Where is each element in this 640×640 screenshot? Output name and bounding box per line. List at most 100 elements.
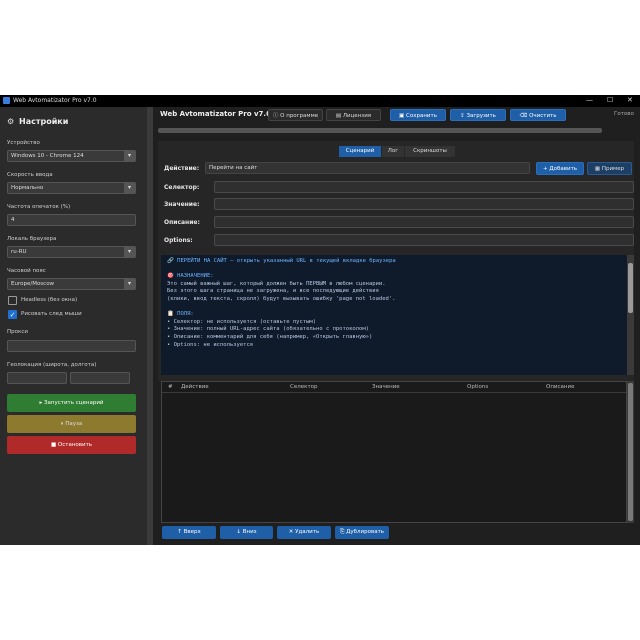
column-header[interactable]: Действие [181,384,209,390]
info-line: 📋 ПОЛЯ: [167,311,194,318]
device-value: Windows 10 - Chrome 124 [11,153,84,159]
minimize-button[interactable]: — [586,96,593,104]
panel-splitter[interactable] [147,107,153,545]
device-select[interactable]: Windows 10 - Chrome 124 ▾ [7,150,136,162]
locale-label: Локаль браузера [7,236,57,242]
book-icon: ▦ [594,166,602,172]
sidebar-title: Настройки [19,117,69,126]
value-input[interactable] [214,198,634,210]
broom-icon: ⌫ [519,113,530,119]
info-line: (клики, ввод текста, скролл) будут вызыв… [167,295,396,302]
info-line: Это самый важный шаг, который должен быт… [167,280,386,287]
draw-mouse-checkbox[interactable]: ✓ [8,310,17,319]
locale-value: ru-RU [11,249,27,255]
timezone-select[interactable]: Europe/Moscow ▾ [7,278,136,290]
info-line: • Значение: полный URL-адрес сайта (обяз… [167,326,369,333]
move-up-button[interactable]: ↑ Вверх [162,526,216,539]
maximize-button[interactable]: ☐ [607,96,613,104]
info-line [167,304,621,312]
action-help-text: 🔗 ПЕРЕЙТИ НА САЙТ — открыть указанный UR… [161,255,627,375]
table-header: # Действие Селектор Значение Options Опи… [162,382,626,393]
selector-label: Селектор: [164,184,200,191]
latitude-input[interactable] [7,372,67,384]
chevron-down-icon: ▾ [124,279,135,289]
scroll-thumb[interactable] [628,263,633,313]
clear-button[interactable]: ⌫ Очистить [510,109,566,121]
pause-button[interactable]: ⏸ Пауза [7,415,136,433]
column-header[interactable]: # [168,384,173,390]
options-input[interactable] [214,234,634,246]
move-down-button[interactable]: ↓ Вниз [220,526,273,539]
duplicate-button[interactable]: ⎘ Дублировать [335,526,389,539]
license-button[interactable]: ▤ Лицензия [326,109,381,121]
gear-icon: ⚙ [7,117,15,126]
stop-icon: ■ [50,442,58,448]
info-scrollbar[interactable] [627,255,634,375]
column-header[interactable]: Селектор [290,384,318,390]
typo-rate-label: Частота опечаток (%) [7,204,71,210]
info-line: 🎯 НАЗНАЧЕНИЕ: [167,273,214,280]
info-line: Без этого шага страница не загружена, и … [167,288,379,295]
input-speed-select[interactable]: Нормально ▾ [7,182,136,194]
tab-screenshots[interactable]: Скриншоты [405,146,455,157]
stop-button[interactable]: ■ Остановить [7,436,136,454]
proxy-label: Прокси [7,329,28,335]
column-header[interactable]: Значение [372,384,400,390]
pause-label: Пауза [65,421,83,427]
save-button[interactable]: ▣ Сохранить [390,109,446,121]
toolbar-title: Web Avtomatizator Pro v7.0 [160,110,271,118]
floppy-icon: ▣ [399,113,406,119]
action-label: Действие: [164,165,200,172]
about-label: О программе [280,113,319,119]
run-label: Запустить сценарий [44,400,104,406]
add-step-button[interactable]: + Добавить [536,162,584,175]
delete-button[interactable]: ✕ Удалить [277,526,331,539]
document-icon: ▤ [335,113,343,119]
input-speed-value: Нормально [11,185,44,191]
selector-input[interactable] [214,181,634,193]
description-input[interactable] [214,216,634,228]
locale-select[interactable]: ru-RU ▾ [7,246,136,258]
steps-table: # Действие Селектор Значение Options Опи… [161,381,627,523]
scroll-thumb[interactable] [628,383,633,521]
run-scenario-button[interactable]: ▸ Запустить сценарий [7,394,136,412]
options-label: Options: [164,237,193,244]
status-text: Готово [614,111,634,117]
device-label: Устройство [7,140,40,146]
progress-bar [158,128,602,133]
license-label: Лицензия [342,113,372,119]
longitude-input[interactable] [70,372,130,384]
value-label: Значение: [164,201,200,208]
headless-checkbox[interactable] [8,296,17,305]
timezone-label: Часовой пояс [7,268,46,274]
info-line: 🔗 ПЕРЕЙТИ НА САЙТ — открыть указанный UR… [167,258,396,264]
chevron-down-icon: ▾ [124,247,135,257]
load-button[interactable]: ⇪ Загрузить [450,109,506,121]
description-label: Описание: [164,219,200,226]
tab-scenario[interactable]: Сценарий [339,146,381,157]
example-button[interactable]: ▦ Пример [587,162,632,175]
info-line [167,266,621,274]
column-header[interactable]: Options [467,384,488,390]
chevron-down-icon: ▾ [124,183,135,193]
proxy-input[interactable] [7,340,136,352]
save-label: Сохранить [406,113,437,119]
stop-label: Остановить [57,442,93,448]
typo-rate-input[interactable]: 4 [7,214,136,226]
draw-mouse-label: Рисовать след мыши [21,311,82,317]
title-bar: Web Avtomatizator Pro v7.0 — ☐ ✕ [0,95,640,107]
action-value: Перейти на сайт [209,165,258,171]
about-button[interactable]: ⓘ О программе [268,109,323,121]
example-label: Пример [601,166,625,172]
clear-label: Очистить [529,113,557,119]
app-icon [3,97,10,104]
column-header[interactable]: Описание [546,384,574,390]
tab-log[interactable]: Лог [382,146,404,157]
input-speed-label: Скорость ввода [7,172,53,178]
action-select[interactable]: Перейти на сайт [205,162,530,174]
geo-label: Геолокация (широта, долгота) [7,362,97,368]
timezone-value: Europe/Moscow [11,281,55,287]
table-scrollbar[interactable] [627,381,634,523]
chevron-down-icon: ▾ [124,151,135,161]
close-button[interactable]: ✕ [627,96,633,104]
